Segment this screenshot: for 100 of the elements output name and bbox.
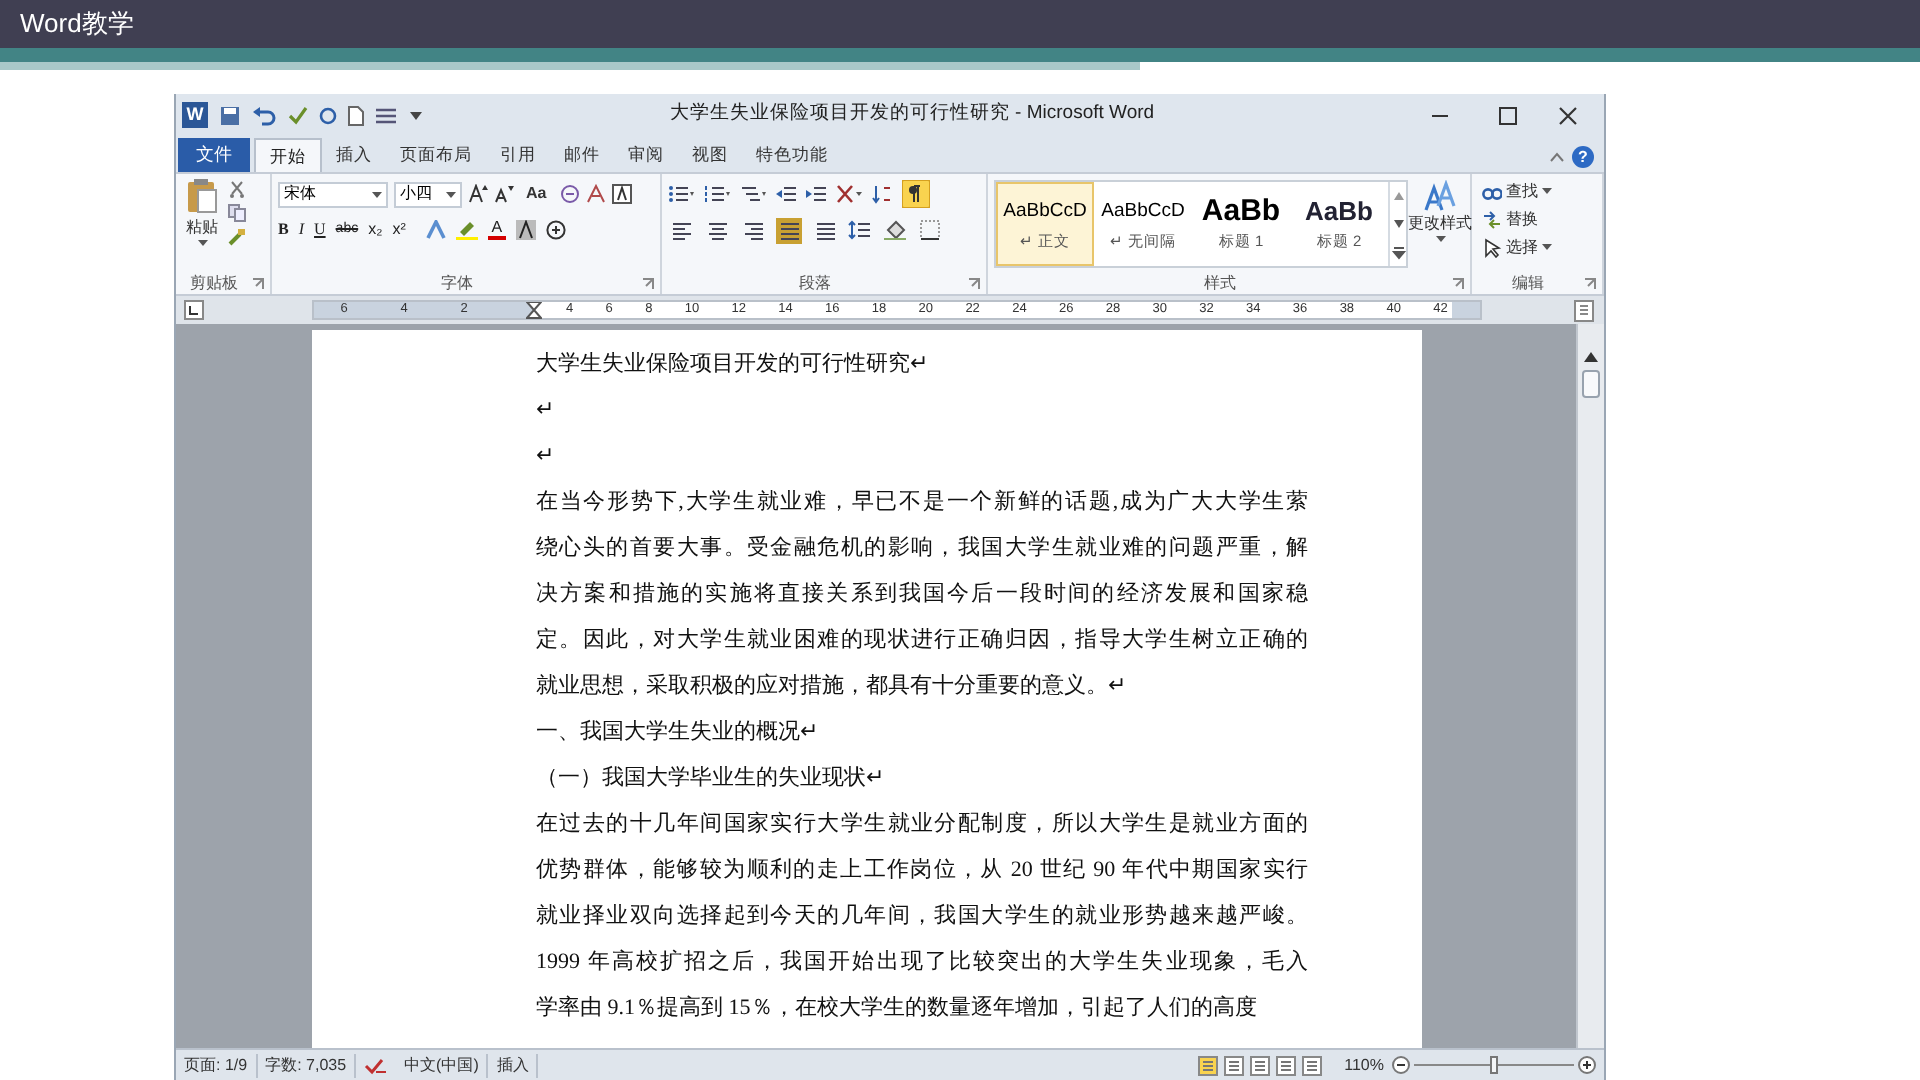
caret-icon[interactable] [1435, 236, 1445, 242]
caret-icon[interactable] [1542, 244, 1552, 250]
ribbon-tab[interactable]: 引用 [486, 138, 550, 172]
ribbon-tab[interactable]: 特色功能 [742, 138, 842, 172]
new-page-icon[interactable] [348, 105, 364, 125]
numbering-icon[interactable] [704, 184, 730, 204]
borders-icon[interactable] [920, 220, 944, 240]
dialog-launcher-icon[interactable] [968, 277, 980, 289]
print-layout-icon[interactable] [1198, 1055, 1219, 1075]
dialog-launcher-icon[interactable] [1584, 277, 1596, 289]
underline-button[interactable]: U [314, 218, 326, 242]
dialog-launcher-icon[interactable] [642, 277, 654, 289]
font-name-field[interactable]: 宋体 [278, 181, 388, 207]
change-styles-button[interactable]: 更改样式 [1408, 174, 1472, 272]
list-icon[interactable] [374, 105, 398, 125]
editing-button[interactable]: 查找 [1482, 178, 1552, 204]
caret-icon[interactable] [197, 240, 207, 246]
cut-icon[interactable] [228, 180, 246, 198]
save-icon[interactable] [220, 105, 240, 125]
ribbon-tab[interactable]: 邮件 [550, 138, 614, 172]
word-count[interactable]: 字数: 7,035 [257, 1053, 357, 1077]
shading-icon[interactable] [884, 220, 910, 240]
ribbon-tab[interactable]: 插入 [322, 138, 386, 172]
check-icon[interactable] [288, 105, 308, 125]
line-spacing-icon[interactable] [848, 220, 874, 240]
format-painter-icon[interactable] [228, 228, 246, 246]
editing-button[interactable]: 替换 [1482, 206, 1552, 232]
outline-view-icon[interactable] [1276, 1055, 1297, 1075]
ribbon-tab[interactable]: 审阅 [614, 138, 678, 172]
font-size-field[interactable]: 小四 [394, 181, 462, 207]
web-layout-icon[interactable] [1250, 1055, 1271, 1075]
highlighter-icon[interactable] [455, 220, 478, 240]
insert-mode[interactable]: 插入 [488, 1053, 539, 1077]
align-center-icon[interactable] [704, 217, 730, 243]
vertical-scrollbar[interactable] [1576, 324, 1604, 1048]
align-distributed-icon[interactable] [812, 217, 838, 243]
align-justify-icon[interactable] [776, 217, 802, 243]
caret-icon[interactable] [372, 191, 382, 197]
increase-indent-icon[interactable] [806, 184, 826, 204]
subscript-button[interactable]: x₂ [368, 218, 383, 242]
cursor-arrow-icon[interactable] [1482, 237, 1502, 257]
char-shading-icon[interactable] [515, 220, 536, 240]
ribbon-tab[interactable]: 页面布局 [386, 138, 486, 172]
zoom-out-icon[interactable] [1392, 1056, 1410, 1074]
align-left-icon[interactable] [668, 217, 694, 243]
indent-marker-icon[interactable] [526, 302, 542, 322]
scroll-up-icon[interactable] [1584, 352, 1598, 362]
gallery-scrollbar[interactable] [1388, 182, 1406, 266]
zoom-slider-thumb[interactable] [1490, 1056, 1498, 1074]
collapse-ribbon-icon[interactable] [1550, 152, 1564, 162]
grow-font-icon[interactable] [468, 184, 488, 204]
change-case-button[interactable]: Aa [526, 182, 547, 206]
word-logo[interactable]: W [182, 102, 208, 128]
bold-button[interactable]: B [278, 218, 289, 242]
maximize-icon[interactable] [1498, 105, 1518, 125]
align-right-icon[interactable] [740, 217, 766, 243]
ruler-toggle-icon[interactable] [1574, 299, 1594, 321]
dialog-launcher-icon[interactable] [1452, 277, 1464, 289]
char-border-icon[interactable] [612, 184, 633, 204]
shrink-font-icon[interactable] [494, 184, 514, 204]
reading-layout-icon[interactable] [1224, 1055, 1245, 1075]
editing-button[interactable]: 选择 [1482, 234, 1552, 260]
ribbon-tab[interactable]: 开始 [254, 138, 322, 172]
superscript-button[interactable]: x² [392, 218, 406, 242]
show-marks-icon[interactable] [902, 180, 930, 208]
scroll-thumb[interactable] [1582, 370, 1600, 398]
tab-selector-icon[interactable] [184, 300, 204, 320]
dialog-launcher-icon[interactable] [252, 277, 264, 289]
replace-arrows-icon[interactable] [1482, 209, 1502, 229]
copy-icon[interactable] [228, 204, 246, 222]
italic-button[interactable]: I [298, 218, 305, 242]
file-tab[interactable]: 文件 [178, 138, 250, 172]
document-text-line: ↵ [536, 396, 556, 426]
document-text-line: 1999 年高校扩招之后，我国开始出现了比较突出的大学生失业现象，毛入 [536, 947, 1308, 978]
decrease-indent-icon[interactable] [776, 184, 796, 204]
paste-button[interactable]: 粘贴 [176, 174, 228, 272]
sort-icon[interactable] [872, 184, 892, 204]
proofing-icon[interactable] [364, 1055, 389, 1075]
bullets-icon[interactable] [668, 184, 694, 204]
multilevel-list-icon[interactable] [740, 184, 766, 204]
customize-caret-icon[interactable] [410, 109, 422, 121]
zoom-in-icon[interactable] [1578, 1056, 1596, 1074]
help-button[interactable]: ? [1572, 146, 1594, 168]
clear-format-icon[interactable] [586, 184, 607, 204]
text-effect-icon[interactable] [425, 220, 446, 240]
clipboard-icon[interactable] [186, 178, 218, 214]
zoom-level[interactable]: 110% [1344, 1053, 1384, 1077]
document-text-line: 绕心头的首要大事。受金融危机的影响，我国大学生就业难的问题严重，解 [536, 533, 1308, 564]
caret-icon[interactable] [1542, 188, 1552, 194]
draft-view-icon[interactable] [1302, 1055, 1323, 1075]
font-color-button[interactable]: A [487, 220, 506, 240]
page-count[interactable]: 页面: 1/9 [176, 1053, 258, 1077]
styles-letters-icon[interactable] [1424, 180, 1456, 212]
close-icon[interactable] [1558, 105, 1578, 125]
zoom-slider[interactable] [1414, 1056, 1574, 1074]
undo-icon[interactable] [252, 105, 276, 125]
caret-icon[interactable] [446, 191, 456, 197]
ribbon-tab[interactable]: 视图 [678, 138, 742, 172]
language-status[interactable]: 中文(中国) [396, 1053, 489, 1077]
enclose-char-icon[interactable] [545, 220, 566, 240]
